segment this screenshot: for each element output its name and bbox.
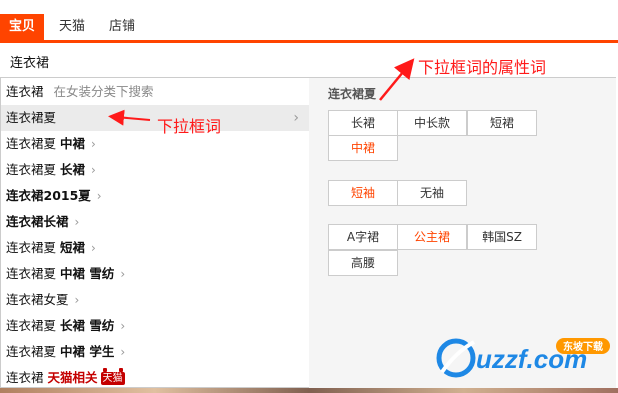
suggestion-extra: 长裙 雪纺 xyxy=(60,318,115,333)
suggestion-item[interactable]: 连衣裙女夏 › xyxy=(1,287,309,313)
tab-tmall[interactable]: 天猫 xyxy=(52,14,92,40)
attr-button[interactable]: 公主裙 xyxy=(397,224,467,250)
suggestion-text: 连衣裙 xyxy=(6,84,44,99)
suggestion-text: 连衣裙女夏 xyxy=(6,292,69,307)
suggestion-item[interactable]: 连衣裙夏 短裙 › xyxy=(1,235,309,261)
suggestion-extra: 中裙 雪纺 xyxy=(60,266,115,281)
suggestion-text: 连衣裙夏 xyxy=(6,344,57,359)
chevron-right-icon: › xyxy=(91,163,96,177)
suggestion-item[interactable]: 连衣裙夏 › xyxy=(1,105,309,131)
suggestion-item[interactable]: 连衣裙2015夏 › xyxy=(1,183,309,209)
suggestion-category-item[interactable]: 连衣裙 在女装分类下搜索 xyxy=(1,79,309,105)
suggestion-extra: 中裙 xyxy=(60,136,86,151)
suggestion-text: 连衣裙夏 xyxy=(6,318,57,333)
annotation-dropdown-label: 下拉框词 xyxy=(157,117,222,136)
suggestion-extra: 短裙 xyxy=(60,240,86,255)
attr-button[interactable]: 中长款 xyxy=(397,110,467,136)
attr-button[interactable]: 短袖 xyxy=(328,180,398,206)
suggestion-text: 连衣裙长裙 xyxy=(6,214,69,229)
tmall-related-label: 天猫相关 xyxy=(47,370,98,385)
suggestion-text: 连衣裙夏 xyxy=(6,110,57,125)
chevron-right-icon: › xyxy=(120,267,126,281)
attr-button[interactable]: A字裙 xyxy=(328,224,398,250)
suggestion-item[interactable]: 连衣裙夏 中裙 学生 › xyxy=(1,339,309,365)
chevron-right-icon: › xyxy=(120,345,126,359)
suggestion-item[interactable]: 连衣裙夏 长裙 雪纺 › xyxy=(1,313,309,339)
attr-button[interactable]: 短裙 xyxy=(467,110,537,136)
logo-tag-text: 东坡下载 xyxy=(563,340,603,353)
tab-baobei[interactable]: 宝贝 xyxy=(0,14,44,40)
suggestion-list: 连衣裙 在女装分类下搜索 连衣裙夏 › 连衣裙夏 中裙 › 连衣裙夏 长裙 › 连衣裙… xyxy=(1,78,309,389)
suggestion-item[interactable]: 连衣裙夏 中裙 雪纺 › xyxy=(1,261,309,287)
tmall-cat-icon: 天猫 xyxy=(100,368,125,385)
attr-button[interactable]: 无袖 xyxy=(397,180,467,206)
tab-shop[interactable]: 店铺 xyxy=(102,14,142,40)
attr-button[interactable]: 长裙 xyxy=(328,110,398,136)
chevron-right-icon: › xyxy=(74,215,80,229)
annotation-attribute-label: 下拉框词的属性词 xyxy=(418,58,547,77)
suggestion-text: 连衣裙夏 xyxy=(6,266,57,281)
suggestion-extra: 中裙 学生 xyxy=(60,344,115,359)
suggestion-text: 连衣裙夏 xyxy=(6,162,57,177)
chevron-right-icon: › xyxy=(293,110,299,126)
suggestion-text: 连衣裙2015夏 xyxy=(6,188,91,203)
suggestion-text: 连衣裙夏 xyxy=(6,240,57,255)
attr-button[interactable]: 中裙 xyxy=(328,135,398,161)
chevron-right-icon: › xyxy=(91,241,96,255)
suggestion-category-hint: 在女装分类下搜索 xyxy=(53,84,154,99)
attr-button[interactable]: 高腰 xyxy=(328,250,398,276)
attr-button[interactable]: 韩国SZ xyxy=(467,224,537,250)
chevron-right-icon: › xyxy=(91,137,96,151)
suggestion-item[interactable]: 连衣裙夏 中裙 › xyxy=(1,131,309,157)
search-input-value: 连衣裙 xyxy=(10,56,50,71)
search-tabs: 宝贝 天猫 店铺 xyxy=(0,14,618,40)
chevron-right-icon: › xyxy=(120,319,126,333)
uzzf-logo-icon: uzzf.com 东坡下载 xyxy=(436,338,610,378)
chevron-right-icon: › xyxy=(96,189,102,203)
suggestion-text: 连衣裙 xyxy=(6,370,44,385)
suggestion-text: 连衣裙夏 xyxy=(6,136,57,151)
suggestion-extra: 长裙 xyxy=(60,162,86,177)
background-image-strip xyxy=(0,388,618,393)
attribute-panel-title: 连衣裙夏 xyxy=(328,87,377,101)
chevron-right-icon: › xyxy=(74,293,80,307)
suggestion-item[interactable]: 连衣裙夏 长裙 › xyxy=(1,157,309,183)
suggestion-item[interactable]: 连衣裙长裙 › xyxy=(1,209,309,235)
